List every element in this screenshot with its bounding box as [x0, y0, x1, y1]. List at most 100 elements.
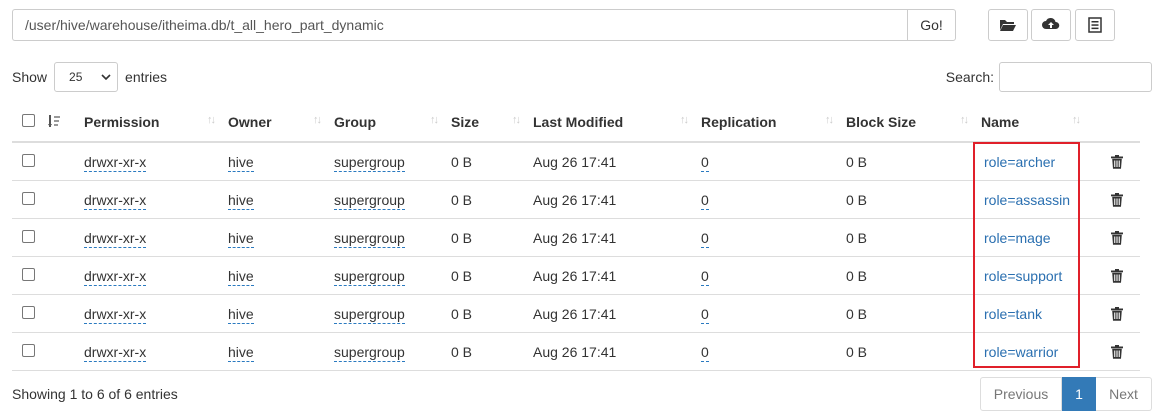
owner-cell: hive — [228, 180, 334, 219]
delete-button[interactable] — [1093, 192, 1140, 207]
group-value[interactable]: supergroup — [334, 153, 405, 172]
delete-button[interactable] — [1093, 268, 1140, 283]
owner-cell: hive — [228, 256, 334, 295]
go-button[interactable]: Go! — [907, 9, 956, 41]
show-label: Show — [12, 69, 48, 85]
row-checkbox[interactable] — [22, 343, 35, 357]
group-value[interactable]: supergroup — [334, 229, 405, 248]
owner-value[interactable]: hive — [228, 229, 254, 248]
replication-value[interactable]: 0 — [701, 343, 709, 362]
row-spacer — [46, 180, 84, 219]
permission-cell: drwxr-xr-x — [84, 256, 228, 295]
block-size-cell: 0 B — [846, 332, 981, 371]
search-input[interactable] — [999, 62, 1152, 92]
delete-button[interactable] — [1093, 344, 1140, 359]
group-value[interactable]: supergroup — [334, 305, 405, 324]
path-input[interactable] — [12, 9, 907, 41]
name-link[interactable]: role=warrior — [984, 344, 1058, 360]
name-cell: role=tank — [981, 294, 1093, 333]
row-spacer — [46, 332, 84, 371]
permission-value[interactable]: drwxr-xr-x — [84, 229, 147, 248]
replication-value[interactable]: 0 — [701, 305, 709, 324]
replication-cell: 0 — [701, 294, 846, 333]
permission-value[interactable]: drwxr-xr-x — [84, 267, 147, 286]
delete-button[interactable] — [1093, 154, 1140, 169]
sort-arrows-icon: ↑↓ — [512, 114, 521, 126]
name-link[interactable]: role=mage — [984, 230, 1051, 246]
row-checkbox-cell — [12, 256, 46, 295]
header-owner[interactable]: Owner ↑↓ — [228, 103, 334, 143]
group-value[interactable]: supergroup — [334, 267, 405, 286]
replication-value[interactable]: 0 — [701, 229, 709, 248]
next-page-button[interactable]: Next — [1096, 377, 1152, 411]
permission-value[interactable]: drwxr-xr-x — [84, 305, 147, 324]
row-checkbox[interactable] — [22, 267, 35, 281]
sort-arrows-icon: ↑↓ — [680, 114, 689, 126]
replication-value[interactable]: 0 — [701, 191, 709, 210]
permission-value[interactable]: drwxr-xr-x — [84, 191, 147, 210]
entries-select[interactable]: 25 — [54, 62, 119, 92]
row-checkbox[interactable] — [22, 191, 35, 205]
create-directory-button[interactable] — [988, 9, 1028, 41]
row-checkbox[interactable] — [22, 229, 35, 243]
header-last-modified[interactable]: Last Modified ↑↓ — [533, 103, 701, 143]
owner-cell: hive — [228, 332, 334, 371]
row-checkbox[interactable] — [22, 305, 35, 319]
header-group[interactable]: Group ↑↓ — [334, 103, 451, 143]
header-name[interactable]: Name ↑↓ — [981, 103, 1093, 143]
permission-cell: drwxr-xr-x — [84, 332, 228, 371]
permission-value[interactable]: drwxr-xr-x — [84, 153, 147, 172]
group-cell: supergroup — [334, 294, 451, 333]
owner-cell: hive — [228, 218, 334, 257]
table-row: drwxr-xr-x hive supergroup 0 B Aug 26 17:41 0… — [12, 142, 1140, 181]
owner-value[interactable]: hive — [228, 305, 254, 324]
group-value[interactable]: supergroup — [334, 343, 405, 362]
sort-arrows-icon: ↑↓ — [430, 114, 439, 126]
previous-page-button[interactable]: Previous — [980, 377, 1062, 411]
size-cell: 0 B — [451, 332, 533, 371]
header-block-size[interactable]: Block Size ↑↓ — [846, 103, 981, 143]
search-control: Search: — [946, 62, 1152, 92]
row-checkbox-cell — [12, 180, 46, 219]
table-row: drwxr-xr-x hive supergroup 0 B Aug 26 17:41 0… — [12, 332, 1140, 371]
owner-value[interactable]: hive — [228, 153, 254, 172]
group-value[interactable]: supergroup — [334, 191, 405, 210]
name-link[interactable]: role=support — [984, 268, 1062, 284]
permission-value[interactable]: drwxr-xr-x — [84, 343, 147, 362]
name-link[interactable]: role=tank — [984, 306, 1042, 322]
delete-button[interactable] — [1093, 230, 1140, 245]
delete-button[interactable] — [1093, 306, 1140, 321]
block-size-cell: 0 B — [846, 180, 981, 219]
trash-icon — [1110, 154, 1123, 169]
owner-value[interactable]: hive — [228, 267, 254, 286]
size-cell: 0 B — [451, 218, 533, 257]
header-permission[interactable]: Permission ↑↓ — [84, 103, 228, 143]
delete-cell — [1093, 294, 1140, 333]
file-table: Permission ↑↓ Owner ↑↓ Group ↑↓ Size ↑↓ Last… — [12, 103, 1140, 371]
row-spacer — [46, 256, 84, 295]
delete-cell — [1093, 180, 1140, 219]
upload-button[interactable] — [1031, 9, 1071, 41]
select-all-checkbox[interactable] — [22, 114, 35, 127]
sort-header[interactable] — [46, 103, 84, 143]
block-size-cell: 0 B — [846, 142, 981, 181]
owner-value[interactable]: hive — [228, 343, 254, 362]
owner-value[interactable]: hive — [228, 191, 254, 210]
group-cell: supergroup — [334, 180, 451, 219]
trash-icon — [1110, 192, 1123, 207]
entries-select-value: 25 — [69, 70, 83, 84]
row-spacer — [46, 218, 84, 257]
name-cell: role=support — [981, 256, 1093, 295]
permission-cell: drwxr-xr-x — [84, 218, 228, 257]
name-link[interactable]: role=assassin — [984, 192, 1070, 208]
sort-arrows-icon: ↑↓ — [1072, 114, 1081, 126]
name-link[interactable]: role=archer — [984, 154, 1055, 170]
cut-paste-button[interactable] — [1075, 9, 1115, 41]
header-replication[interactable]: Replication ↑↓ — [701, 103, 846, 143]
page-1-button[interactable]: 1 — [1062, 377, 1096, 411]
row-checkbox[interactable] — [22, 153, 35, 167]
replication-value[interactable]: 0 — [701, 267, 709, 286]
replication-value[interactable]: 0 — [701, 153, 709, 172]
search-label: Search: — [945, 69, 994, 85]
header-size[interactable]: Size ↑↓ — [451, 103, 533, 143]
